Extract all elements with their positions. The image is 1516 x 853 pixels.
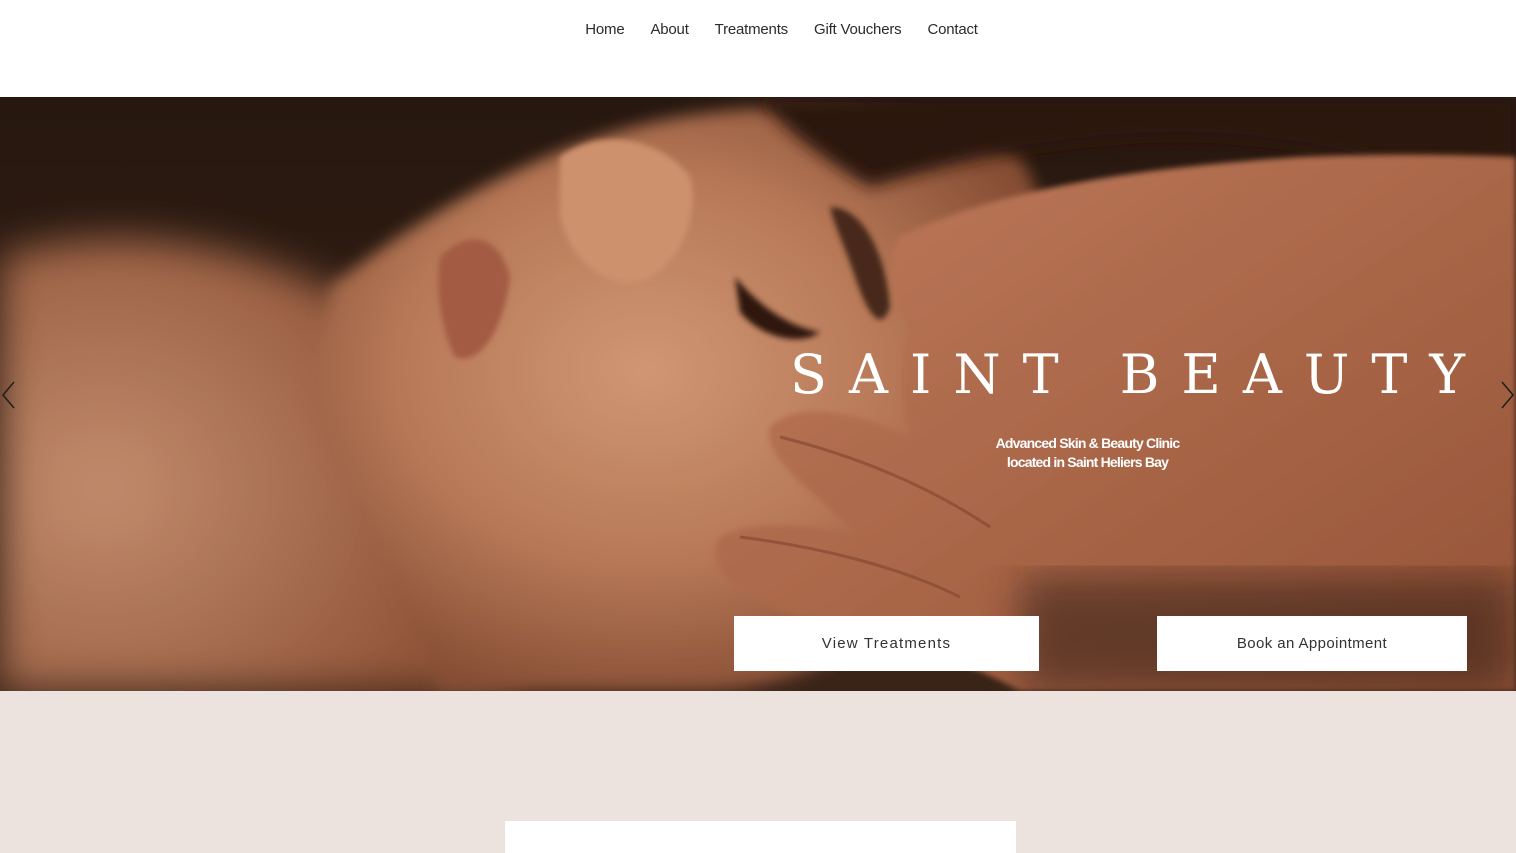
hero-subtitle-line2: located in Saint Heliers Bay xyxy=(1006,454,1169,470)
chevron-right-icon[interactable] xyxy=(1498,380,1516,410)
nav-item-about[interactable]: About xyxy=(637,19,701,41)
hero-subtitle: Advanced Skin & Beauty Clinic located in… xyxy=(950,434,1225,472)
hero-title: SAINT BEAUTY xyxy=(790,343,1488,406)
page: Home About Treatments Gift Vouchers Cont… xyxy=(0,0,1516,853)
nav-item-contact[interactable]: Contact xyxy=(914,19,990,41)
hero-subtitle-line1: Advanced Skin & Beauty Clinic xyxy=(995,435,1181,451)
main-nav: Home About Treatments Gift Vouchers Cont… xyxy=(0,19,1516,41)
book-appointment-button[interactable]: Book an Appointment xyxy=(1157,616,1467,671)
nav-item-treatments[interactable]: Treatments xyxy=(702,19,801,41)
content-card xyxy=(505,821,1016,853)
hero-slideshow: SAINT BEAUTY Advanced Skin & Beauty Clin… xyxy=(0,97,1516,691)
lower-section xyxy=(0,691,1516,853)
nav-item-home[interactable]: Home xyxy=(572,19,637,41)
nav-item-gift-vouchers[interactable]: Gift Vouchers xyxy=(801,19,914,41)
chevron-left-icon[interactable] xyxy=(0,380,18,410)
site-header: Home About Treatments Gift Vouchers Cont… xyxy=(0,0,1516,97)
view-treatments-button[interactable]: View Treatments xyxy=(734,616,1039,671)
